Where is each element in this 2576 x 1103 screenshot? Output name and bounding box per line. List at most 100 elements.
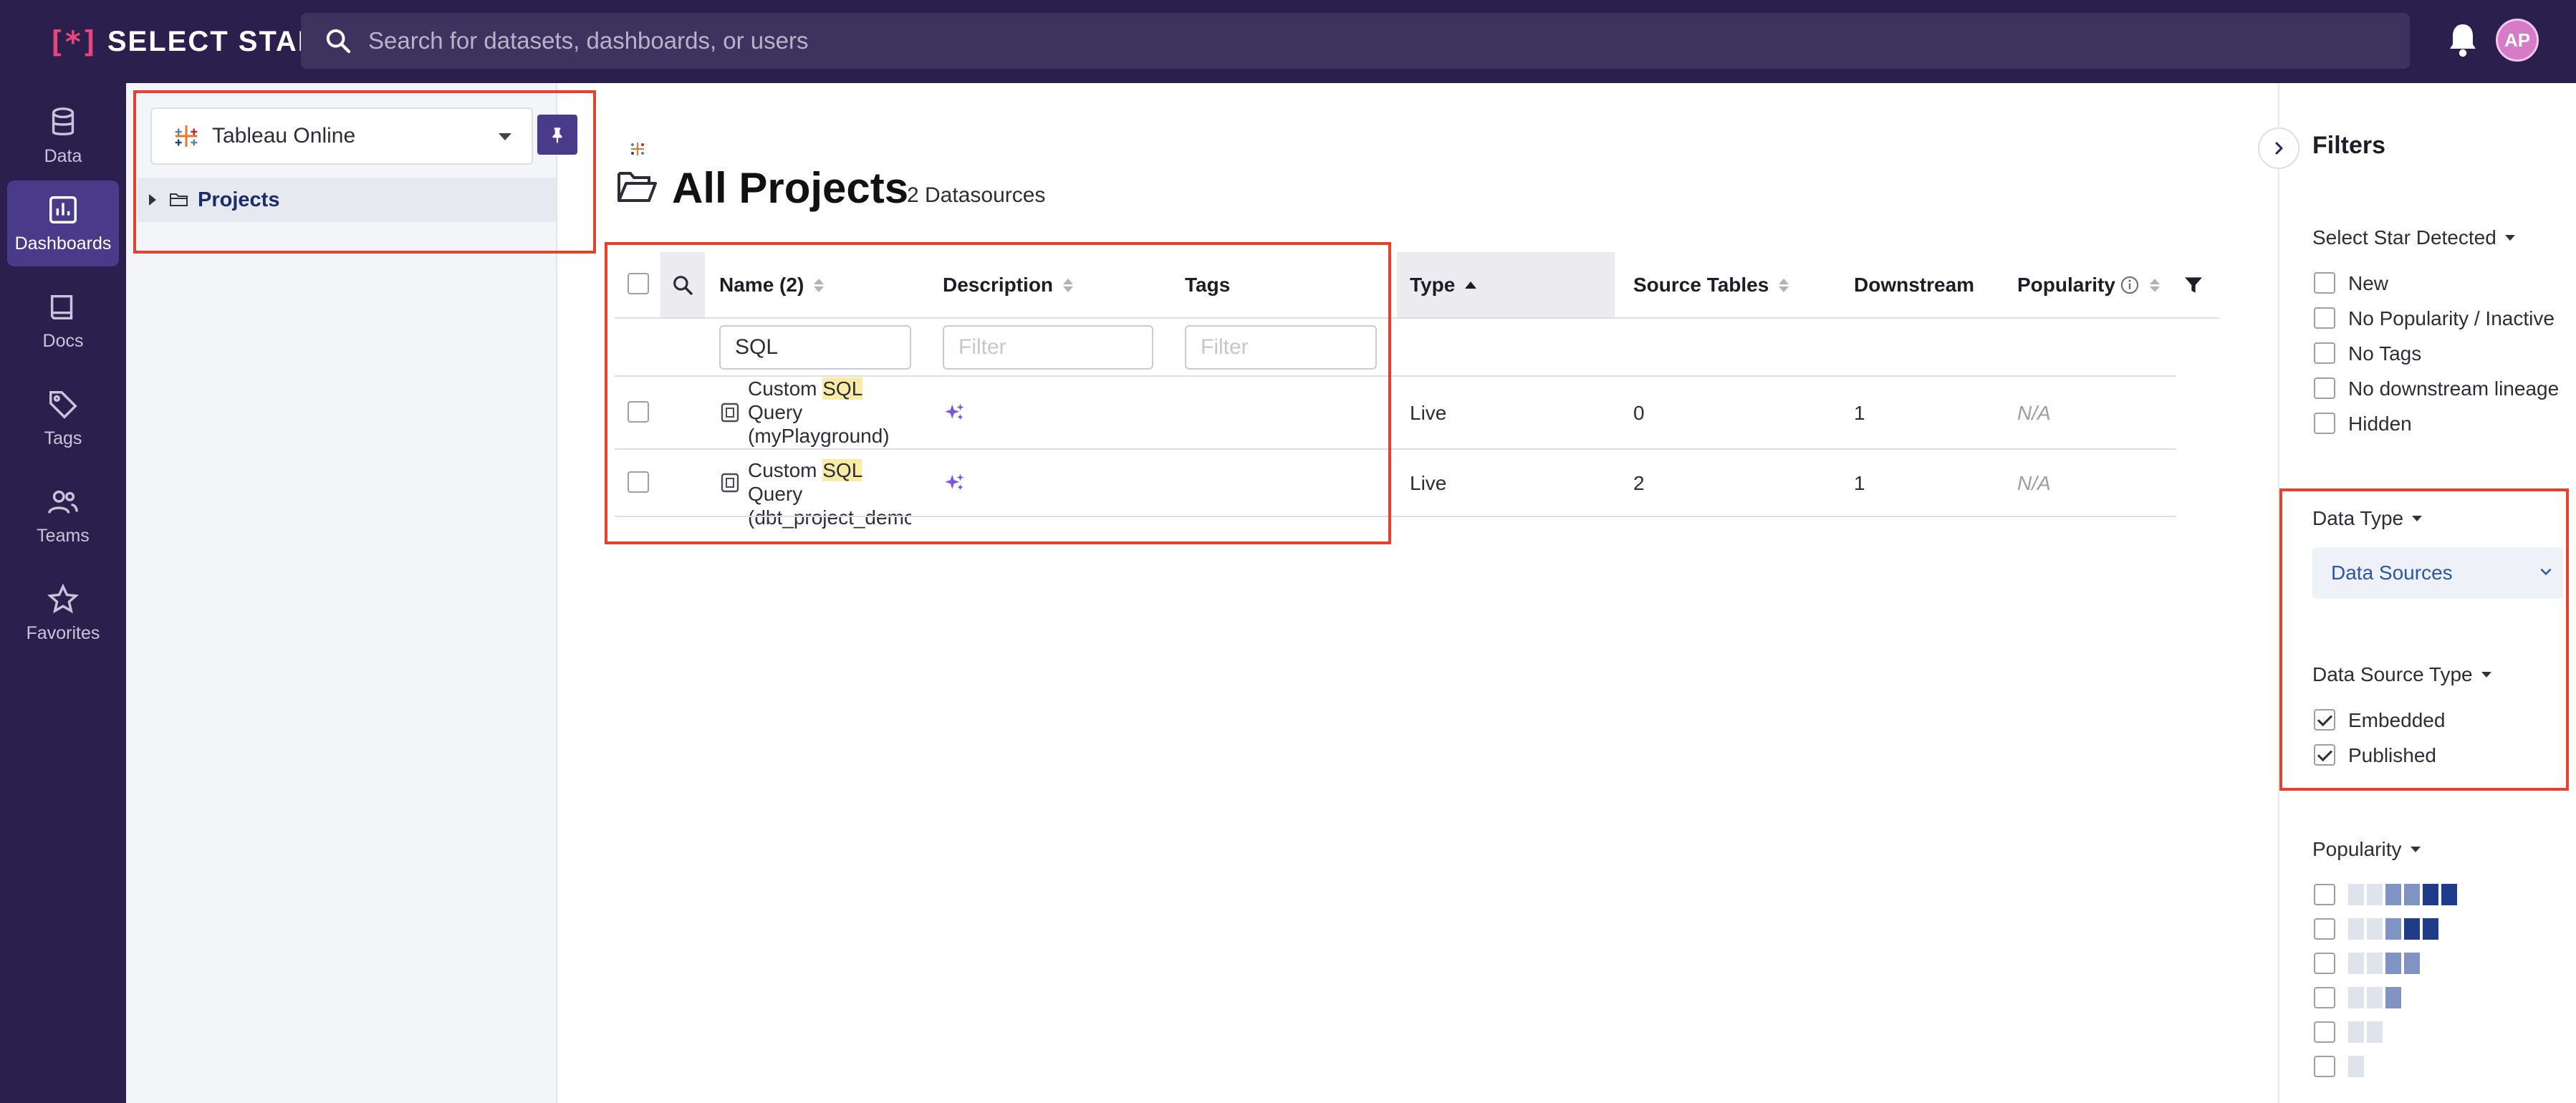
sort-icon[interactable]: [1779, 278, 1789, 292]
top-bar: [*] SELECT STAR AP: [0, 0, 2576, 83]
column-header-source-tables[interactable]: Source Tables: [1633, 274, 1789, 297]
popularity-checkbox[interactable]: [2314, 918, 2335, 940]
popularity-bar: [2348, 1056, 2364, 1077]
type-cell: Live: [1410, 472, 1447, 494]
search-input[interactable]: [368, 27, 2302, 54]
sort-asc-icon[interactable]: [1465, 281, 1477, 289]
chevron-right-icon: [2275, 142, 2283, 155]
search-icon: [326, 29, 351, 54]
column-downstream-label: Downstream: [1854, 274, 1975, 296]
nav-item-dashboards[interactable]: Dashboards: [7, 180, 119, 266]
popularity-bar: [2423, 918, 2438, 940]
popularity-bars: [2348, 918, 2438, 940]
caret-down-icon: [2410, 847, 2421, 852]
annotation-box-table: [605, 242, 1391, 544]
database-icon: [52, 107, 75, 135]
page-title: All Projects: [672, 164, 909, 212]
popularity-bar: [2348, 884, 2364, 905]
popularity-bars: [2348, 1021, 2383, 1043]
popularity-bars: [2348, 953, 2420, 974]
left-nav: Data Dashboards Docs Tags Teams Favorite…: [0, 83, 126, 1103]
logo[interactable]: [*] SELECT STAR: [47, 21, 320, 62]
popularity-bar: [2441, 884, 2457, 905]
column-header-popularity[interactable]: Popularity: [2017, 274, 2160, 297]
popularity-bars: [2348, 1056, 2364, 1077]
popularity-bar: [2367, 918, 2383, 940]
collapse-filters-button[interactable]: [2258, 127, 2299, 169]
filter-checkbox-no-downstream[interactable]: [2314, 377, 2335, 399]
nav-item-data[interactable]: Data: [7, 93, 119, 179]
source-tables-cell: 2: [1633, 472, 1645, 494]
datasource-count: 2 Datasources: [907, 183, 1046, 207]
filters-title: Filters: [2312, 132, 2386, 159]
annotation-box-source: [133, 90, 596, 254]
section-label: Select Star Detected: [2312, 226, 2496, 249]
info-icon[interactable]: [2120, 275, 2140, 295]
column-source-tables-label: Source Tables: [1633, 274, 1769, 296]
logo-text: SELECT STAR: [107, 25, 320, 57]
nav-item-teams[interactable]: Teams: [7, 473, 119, 559]
type-cell: Live: [1410, 402, 1447, 424]
popularity-bar: [2348, 1021, 2364, 1043]
bar-chart-icon: [49, 196, 77, 223]
filter-label: New: [2348, 272, 2389, 294]
column-header-type[interactable]: Type: [1410, 274, 1477, 297]
popularity-bar: [2367, 1021, 2383, 1043]
popularity-bar: [2404, 953, 2420, 974]
column-type-label: Type: [1410, 274, 1456, 296]
nav-item-tags[interactable]: Tags: [7, 375, 119, 461]
popularity-bars: [2348, 987, 2401, 1008]
filter-checkbox-new[interactable]: [2314, 272, 2335, 294]
popularity-checkbox[interactable]: [2314, 987, 2335, 1008]
bell-icon[interactable]: [2446, 21, 2480, 59]
popularity-bar: [2385, 987, 2401, 1008]
star-icon: [47, 583, 80, 613]
popularity-bar: [2367, 953, 2383, 974]
popularity-bar: [2348, 918, 2364, 940]
popularity-bar: [2385, 884, 2401, 905]
column-header-downstream[interactable]: Downstream: [1854, 274, 1974, 297]
nav-label: Tags: [44, 428, 82, 448]
popularity-section-toggle[interactable]: Popularity: [2312, 838, 2421, 861]
filter-checkbox-hidden[interactable]: [2314, 413, 2335, 434]
avatar[interactable]: AP: [2496, 19, 2539, 62]
popularity-checkbox[interactable]: [2314, 1056, 2335, 1077]
popularity-bar: [2385, 953, 2401, 974]
popularity-cell: N/A: [2017, 472, 2051, 494]
filter-icon[interactable]: [2182, 274, 2205, 297]
filter-label: No downstream lineage: [2348, 377, 2560, 400]
filter-label: No Tags: [2348, 342, 2422, 365]
downstream-cell: 1: [1854, 472, 1865, 494]
folder-open-icon: [617, 172, 657, 202]
popularity-bar: [2404, 918, 2420, 940]
book-icon: [50, 294, 73, 319]
detected-section-toggle[interactable]: Select Star Detected: [2312, 226, 2515, 249]
sort-icon[interactable]: [2149, 278, 2160, 292]
nav-label: Favorites: [26, 622, 100, 643]
tableau-small-icon: [631, 143, 644, 155]
popularity-bar: [2404, 884, 2420, 905]
popularity-bar: [2348, 987, 2364, 1008]
filter-checkbox-no-popularity[interactable]: [2314, 307, 2335, 329]
nav-label: Data: [44, 145, 82, 166]
popularity-cell: N/A: [2017, 402, 2051, 424]
popularity-bar: [2367, 884, 2383, 905]
filter-label: No Popularity / Inactive: [2348, 307, 2555, 329]
popularity-bar: [2367, 987, 2383, 1008]
nav-item-favorites[interactable]: Favorites: [7, 570, 119, 656]
annotation-box-filters: [2279, 488, 2569, 791]
nav-label: Dashboards: [14, 233, 112, 254]
global-search[interactable]: [301, 13, 2410, 69]
nav-item-docs[interactable]: Docs: [7, 278, 119, 364]
popularity-checkbox[interactable]: [2314, 1021, 2335, 1043]
popularity-checkbox[interactable]: [2314, 884, 2335, 905]
nav-label: Teams: [37, 525, 90, 546]
popularity-bar: [2423, 884, 2438, 905]
filter-checkbox-no-tags[interactable]: [2314, 342, 2335, 364]
users-icon: [48, 490, 78, 514]
popularity-checkbox[interactable]: [2314, 953, 2335, 974]
tag-icon: [49, 390, 77, 419]
caret-down-icon: [2504, 235, 2515, 241]
section-label: Popularity: [2312, 838, 2402, 860]
column-popularity-label: Popularity: [2017, 274, 2115, 296]
